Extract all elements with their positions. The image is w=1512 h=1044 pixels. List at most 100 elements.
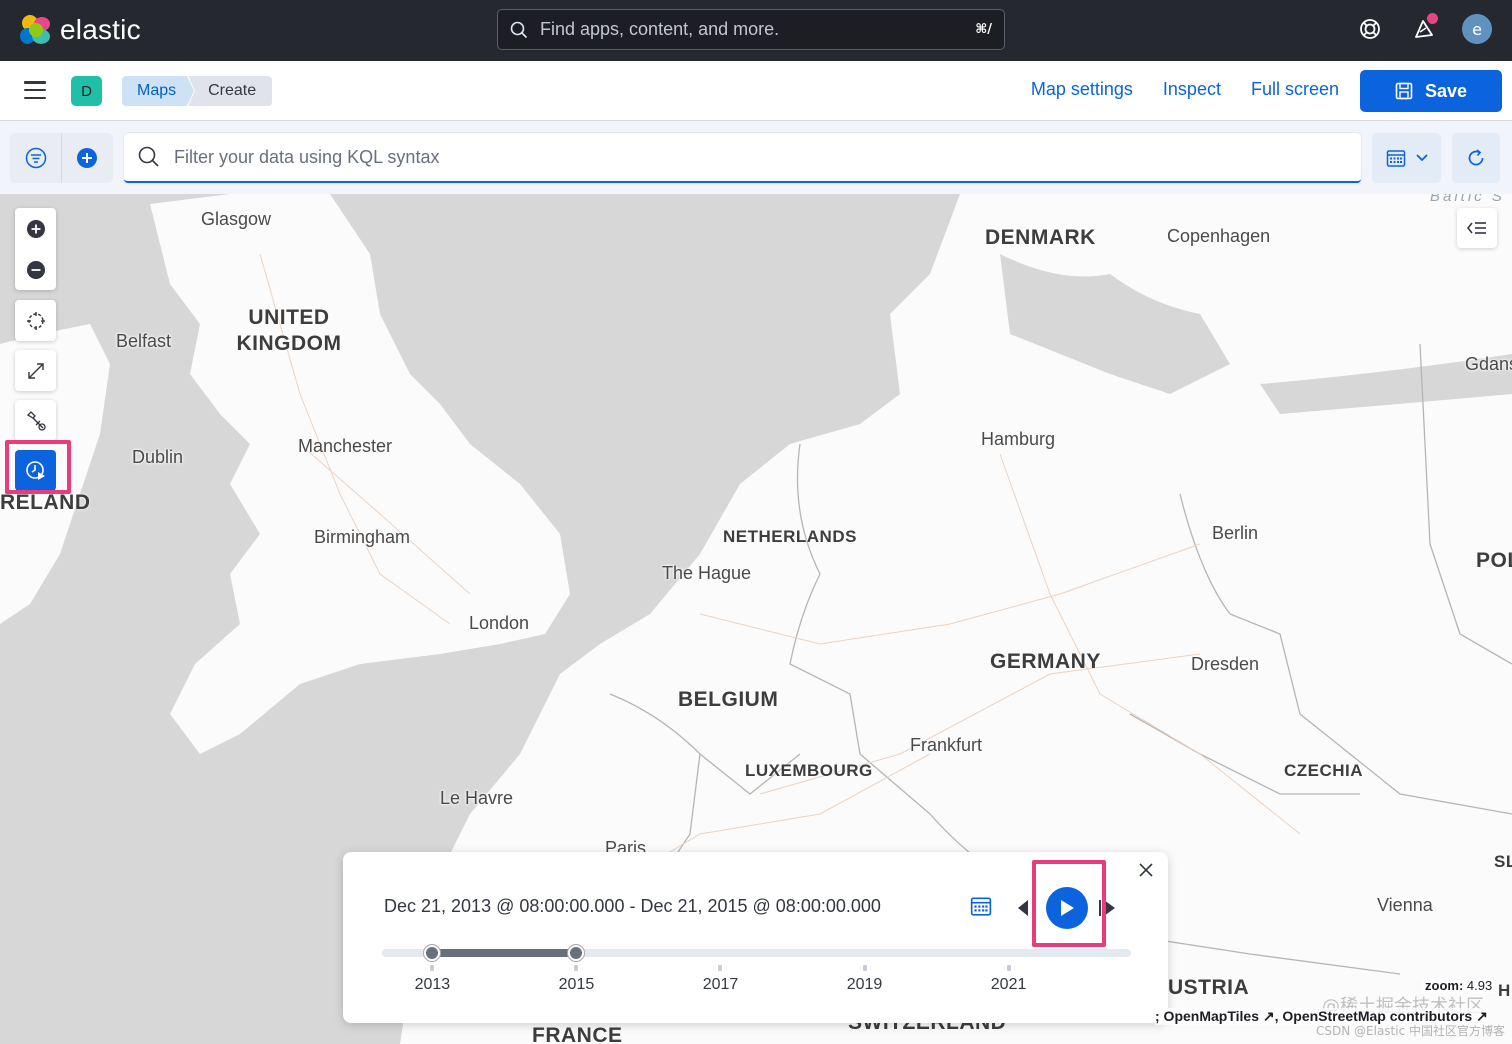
timeslider-tick-label: 2021 [990,976,1027,993]
global-search-bar[interactable]: ⌘/ [497,9,1005,50]
play-button-highlight [1032,860,1106,947]
map-label-city: Belfast [116,331,172,351]
watermark-secondary: CSDN @Elastic 中国社区官方博客 [1316,1024,1506,1038]
timeslider-track[interactable] [382,945,1131,961]
map-label-country: H [1498,981,1511,1000]
map-label-country: SL [1494,852,1512,871]
breadcrumb: Maps Create [122,76,273,106]
search-icon [138,146,159,167]
map-label-sea: Baltic S [1430,194,1505,205]
map-label-country: FRANCE [532,1024,623,1044]
menu-icon[interactable] [24,81,46,99]
save-icon [1395,82,1413,100]
save-button[interactable]: Save [1360,70,1502,112]
map-label-city: Frankfurt [910,735,983,755]
elastic-logo-icon [20,14,52,46]
zoom-label: zoom: [1425,978,1464,993]
map-label-city: Manchester [298,436,393,456]
map-settings-link[interactable]: Map settings [1031,79,1133,100]
zoom-readout: zoom: 4.93 [1422,978,1496,993]
timeslider-tick [718,965,723,971]
zoom-controls [15,208,56,290]
plus-circle-icon [26,219,45,238]
brand-name: elastic [60,14,141,45]
filter-icon [25,147,46,169]
map-label-country: CZECHIA [1284,761,1364,780]
map-label-city: Birmingham [314,527,411,547]
map-label-country: GERMANY [990,650,1101,673]
timeslider-button-highlight [5,440,71,494]
date-picker-button[interactable] [1372,133,1441,183]
elastic-logo[interactable]: elastic [20,14,141,46]
query-bar [0,121,1512,194]
map-label-country: POL [1476,549,1512,572]
previous-icon[interactable] [1016,899,1030,917]
map-label-city: Hamburg [981,429,1056,449]
layer-control-toggle[interactable] [1457,208,1497,248]
map-label-city: Le Havre [440,788,514,808]
filter-menu-button[interactable] [10,133,61,183]
timeslider-tick [430,965,435,971]
tools-button[interactable] [15,400,56,441]
timeslider-tick-label: 2013 [414,976,451,993]
news-feed-icon[interactable] [1408,13,1440,45]
fit-controls [15,350,56,391]
space-selector[interactable]: D [71,76,102,106]
timeslider-tick-label: 2017 [702,976,739,993]
timeslider-start-handle[interactable] [424,945,441,961]
fit-to-data-button[interactable] [15,350,56,391]
map-label-country: USTRIA [1168,976,1250,999]
map-label-city: Glasgow [201,209,272,229]
map-label-country: UNITED KINGDOM [236,306,342,355]
full-screen-link[interactable]: Full screen [1251,79,1339,100]
app-header: D Maps Create Map settings Inspect Full … [0,61,1512,121]
save-label: Save [1424,80,1468,101]
timeslider-end-handle[interactable] [568,945,585,961]
set-view-button[interactable] [15,300,56,341]
global-search-input[interactable] [540,19,964,40]
map-label-city: London [469,613,530,633]
user-avatar[interactable]: e [1462,14,1492,44]
zoom-out-button[interactable] [15,249,56,290]
map-canvas[interactable]: Baltic S Glasgow Belfast Dublin Manchest… [0,194,1512,1044]
kql-search-field[interactable] [124,133,1361,183]
close-icon[interactable] [1138,862,1154,878]
minus-circle-icon [26,260,45,279]
map-label-country: DENMARK [985,226,1096,249]
search-shortcut: ⌘/ [975,22,992,37]
timeslider-tick-label: 2019 [846,976,883,993]
map-label-city: Vienna [1377,895,1433,915]
tool-controls [15,300,56,341]
inspect-link[interactable]: Inspect [1163,79,1221,100]
help-icon[interactable] [1354,13,1386,45]
breadcrumb-maps[interactable]: Maps [122,76,195,106]
timeslider-selected-range [432,949,577,957]
draw-controls [15,400,56,441]
notification-dot [1427,13,1438,24]
timeslider-tick [862,965,867,971]
timeslider-tick [574,965,579,971]
map-label-city: Dresden [1191,654,1260,674]
refresh-icon [1468,149,1484,166]
kql-input[interactable] [174,146,1347,168]
map-label-city: Gdans [1465,354,1512,374]
calendar-icon[interactable] [970,895,992,917]
timeslider-tick [1006,965,1011,971]
search-icon [510,21,528,38]
map-label-country: LUXEMBOURG [745,761,873,780]
refresh-button[interactable] [1452,133,1500,183]
timeslider-tick-label: 2015 [558,976,595,993]
global-header: elastic ⌘/ e [0,0,1512,61]
timeslider-panel: Dec 21, 2013 @ 08:00:00.000 - Dec 21, 20… [343,852,1168,1023]
zoom-value: 4.93 [1466,978,1493,993]
zoom-in-button[interactable] [15,208,56,249]
calendar-icon [1386,150,1405,167]
expand-icon [27,362,44,379]
add-filter-button[interactable] [61,133,112,183]
map-label-city: Copenhagen [1167,226,1271,246]
chevron-down-icon [1415,154,1428,162]
crosshair-icon [26,311,45,330]
breadcrumb-create: Create [188,76,273,106]
map-label-city: The Hague [662,563,752,583]
wrench-icon [26,410,46,431]
